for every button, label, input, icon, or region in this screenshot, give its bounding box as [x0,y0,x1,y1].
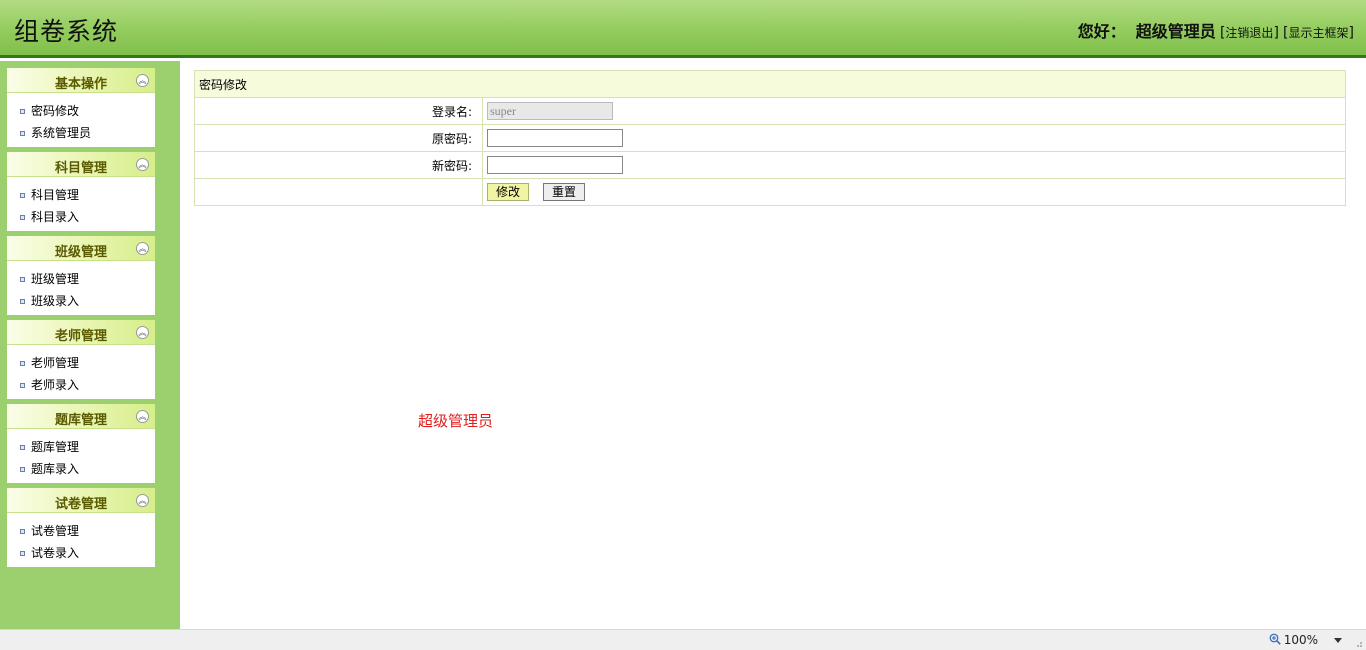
sidebar-item-system-admin[interactable]: 系统管理员 [7,123,155,145]
bullet-icon [20,193,25,198]
sidebar-item-question-add[interactable]: 题库录入 [7,459,155,481]
collapse-icon[interactable]: ︽ [136,158,149,171]
menu-group-title: 老师管理 [54,329,107,344]
bullet-icon [20,277,25,282]
form-caption: 密码修改 [194,70,1346,98]
sidebar-item-class-add[interactable]: 班级录入 [7,291,155,313]
bullet-icon [20,361,25,366]
sidebar-item-class-manage[interactable]: 班级管理 [7,269,155,291]
sidebar-item-change-password[interactable]: 密码修改 [7,101,155,123]
greeting: 您好： [1077,22,1126,41]
menu-group-header[interactable]: 试卷管理 ︽ [7,488,155,513]
menu-group-title: 基本操作 [54,77,107,92]
collapse-icon[interactable]: ︽ [136,410,149,423]
collapse-icon[interactable]: ︽ [136,74,149,87]
sidebar-item-subject-add[interactable]: 科目录入 [7,207,155,229]
menu-group-class: 班级管理 ︽ 班级管理 班级录入 [7,236,155,315]
old-password-field[interactable] [487,129,623,147]
collapse-icon[interactable]: ︽ [136,326,149,339]
menu-group-header[interactable]: 题库管理 ︽ [7,404,155,429]
menu-group-subject: 科目管理 ︽ 科目管理 科目录入 [7,152,155,231]
menu-group-question-bank: 题库管理 ︽ 题库管理 题库录入 [7,404,155,483]
old-password-label: 原密码: [194,124,483,152]
resize-grip-icon[interactable] [1353,638,1363,648]
menu-group-basic: 基本操作 ︽ 密码修改 系统管理员 [7,68,155,147]
bullet-icon [20,467,25,472]
submit-button[interactable]: 修改 [487,183,530,201]
bullet-icon [20,529,25,534]
password-form: 密码修改 登录名: 原密码: 新密码: 修改重置 [194,70,1346,206]
status-bar: 100% [0,629,1366,650]
chevron-down-icon[interactable] [1334,638,1342,643]
bullet-icon [20,383,25,388]
menu-group-teacher: 老师管理 ︽ 老师管理 老师录入 [7,320,155,399]
login-name-field [487,102,613,120]
header: 组卷系统 您好： 超级管理员 [注销退出] [显示主框架] [0,0,1366,58]
main-content: 密码修改 登录名: 原密码: 新密码: 修改重置 超级管理员 [180,61,1366,629]
reset-button[interactable]: 重置 [543,183,586,201]
bullet-icon [20,445,25,450]
menu-group-header[interactable]: 老师管理 ︽ [7,320,155,345]
sidebar-item-teacher-add[interactable]: 老师录入 [7,375,155,397]
collapse-icon[interactable]: ︽ [136,242,149,255]
menu-group-title: 试卷管理 [54,497,107,512]
bullet-icon [20,109,25,114]
zoom-control[interactable]: 100% [1269,633,1318,647]
new-password-label: 新密码: [194,151,483,179]
sidebar-item-paper-manage[interactable]: 试卷管理 [7,521,155,543]
zoom-level: 100% [1283,633,1318,647]
login-name-label: 登录名: [194,97,483,125]
bullet-icon [20,215,25,220]
bullet-icon [20,299,25,304]
new-password-field[interactable] [487,156,623,174]
sidebar-item-paper-add[interactable]: 试卷录入 [7,543,155,565]
sidebar-item-teacher-manage[interactable]: 老师管理 [7,353,155,375]
menu-group-header[interactable]: 科目管理 ︽ [7,152,155,177]
user-bar: 您好： 超级管理员 [注销退出] [显示主框架] [1077,22,1354,41]
menu-group-header[interactable]: 基本操作 ︽ [7,68,155,93]
bullet-icon [20,131,25,136]
menu-group-header[interactable]: 班级管理 ︽ [7,236,155,261]
app-title: 组卷系统 [14,17,119,46]
role-text: 超级管理员 [418,412,494,430]
menu-group-title: 题库管理 [54,413,107,428]
sidebar-item-question-manage[interactable]: 题库管理 [7,437,155,459]
menu-group-title: 班级管理 [54,245,107,260]
menu-group-title: 科目管理 [54,161,107,176]
menu-group-exam-paper: 试卷管理 ︽ 试卷管理 试卷录入 [7,488,155,567]
sidebar: 基本操作 ︽ 密码修改 系统管理员 科目管理 ︽ 科目管理 科目录入 班级管理 … [0,61,180,629]
sidebar-item-subject-manage[interactable]: 科目管理 [7,185,155,207]
zoom-icon [1269,633,1281,645]
collapse-icon[interactable]: ︽ [136,494,149,507]
bullet-icon [20,551,25,556]
username: 超级管理员 [1135,22,1216,41]
show-main-frame-link[interactable]: 显示主框架 [1289,26,1349,40]
logout-link[interactable]: 注销退出 [1225,26,1273,40]
